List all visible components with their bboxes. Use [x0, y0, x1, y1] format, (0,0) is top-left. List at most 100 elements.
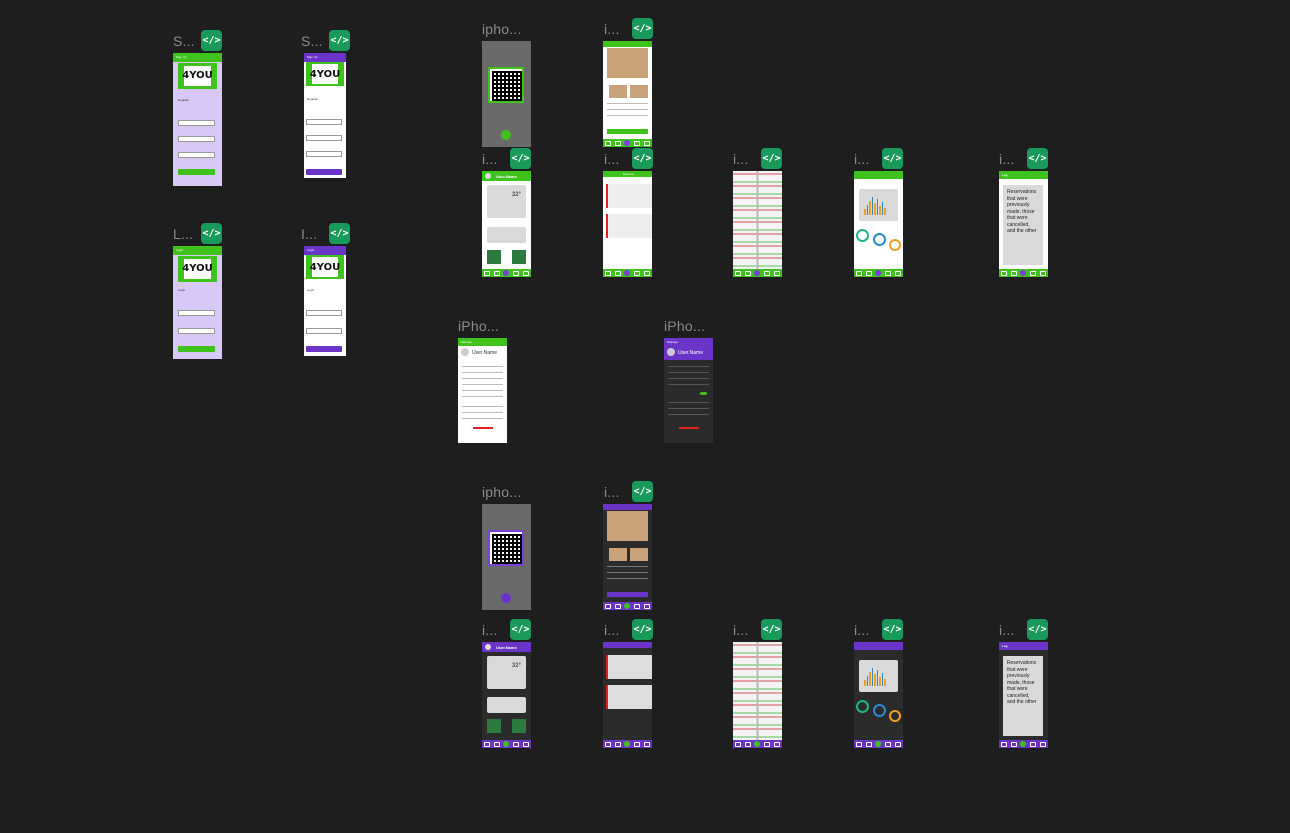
- code-icon[interactable]: </>: [201, 223, 222, 244]
- code-icon[interactable]: </>: [761, 619, 782, 640]
- top-bar: [854, 642, 903, 650]
- qr-shortcut[interactable]: [487, 719, 501, 733]
- code-icon[interactable]: </>: [510, 148, 531, 169]
- input-field[interactable]: [306, 151, 342, 157]
- reservation-card[interactable]: [606, 184, 652, 208]
- code-icon[interactable]: </>: [329, 223, 350, 244]
- avatar: [461, 348, 469, 356]
- logout-button[interactable]: [473, 427, 493, 429]
- setting-row[interactable]: [462, 366, 503, 367]
- setting-row[interactable]: [462, 418, 503, 419]
- input-field[interactable]: [178, 328, 215, 334]
- weather-card: 32°: [487, 656, 526, 689]
- reservation-card[interactable]: [606, 685, 652, 709]
- bar-chart: [864, 197, 886, 215]
- register-button[interactable]: [178, 169, 215, 175]
- setting-row[interactable]: [668, 414, 709, 415]
- setting-row[interactable]: [462, 406, 503, 407]
- setting-row[interactable]: [668, 378, 709, 379]
- register-button[interactable]: [306, 169, 342, 175]
- setting-row[interactable]: [462, 372, 503, 373]
- code-icon[interactable]: </>: [632, 148, 653, 169]
- screen-settings-green[interactable]: Settings User.Name: [458, 338, 507, 443]
- screen-signup-green[interactable]: Sign Up 4YOU Register: [173, 53, 222, 186]
- bottom-nav: [603, 269, 652, 277]
- reserve-button[interactable]: [607, 592, 648, 597]
- screen-qr-purple[interactable]: [482, 504, 531, 610]
- setting-row[interactable]: [668, 402, 709, 403]
- screen-detail-purple[interactable]: [603, 504, 652, 610]
- top-bar: Settings: [458, 338, 507, 346]
- login-button[interactable]: [178, 346, 215, 352]
- setting-row[interactable]: [668, 408, 709, 409]
- code-icon[interactable]: </>: [632, 18, 653, 39]
- screen-map-green[interactable]: [733, 171, 782, 277]
- text-line: [607, 115, 648, 116]
- setting-row[interactable]: [462, 396, 503, 397]
- bar-chart: [864, 668, 886, 686]
- camera-shortcut[interactable]: [512, 250, 526, 264]
- reservation-card[interactable]: [606, 214, 652, 238]
- setting-row[interactable]: [462, 378, 503, 379]
- input-field[interactable]: [306, 119, 342, 125]
- screen-settings-purple[interactable]: Settings User.Name: [664, 338, 713, 443]
- code-icon[interactable]: </>: [761, 148, 782, 169]
- bottom-nav: [854, 740, 903, 748]
- screen-reserve-purple[interactable]: [603, 642, 652, 748]
- code-icon[interactable]: </>: [632, 481, 653, 502]
- input-field[interactable]: [306, 328, 342, 334]
- setting-row[interactable]: [668, 372, 709, 373]
- code-icon[interactable]: </>: [882, 619, 903, 640]
- setting-row[interactable]: [462, 390, 503, 391]
- setting-row[interactable]: [462, 384, 503, 385]
- bottom-nav: [482, 740, 531, 748]
- screen-stats-green[interactable]: [854, 171, 903, 277]
- input-field[interactable]: [306, 135, 342, 141]
- setting-row[interactable]: [668, 384, 709, 385]
- code-icon[interactable]: </>: [632, 619, 653, 640]
- bottom-nav: [603, 139, 652, 147]
- code-icon[interactable]: </>: [882, 148, 903, 169]
- code-icon[interactable]: </>: [1027, 619, 1048, 640]
- input-field[interactable]: [306, 310, 342, 316]
- screen-login-green[interactable]: Login 4YOU Login: [173, 246, 222, 359]
- top-bar: Settings: [664, 338, 713, 346]
- screen-home-green[interactable]: User.Name 32°: [482, 171, 531, 277]
- camera-shortcut[interactable]: [512, 719, 526, 733]
- setting-row[interactable]: [668, 366, 709, 367]
- logout-button[interactable]: [679, 427, 699, 429]
- code-icon[interactable]: </>: [329, 30, 350, 51]
- screen-login-purple[interactable]: Login 4YOU Login: [304, 246, 346, 356]
- screen-log-purple[interactable]: Log Reservations that were previously ma…: [999, 642, 1048, 748]
- screen-home-purple[interactable]: User.Name 32°: [482, 642, 531, 748]
- frame-label-settings-green: iPho...: [458, 318, 500, 334]
- code-icon[interactable]: </>: [201, 30, 222, 51]
- screen-signup-purple[interactable]: Sign Up 4YOU Register: [304, 53, 346, 178]
- input-field[interactable]: [178, 120, 215, 126]
- input-field[interactable]: [178, 310, 215, 316]
- frame-label-detail-purple: i...: [604, 484, 620, 500]
- screen-qr-green[interactable]: [482, 41, 531, 147]
- setting-row[interactable]: [462, 412, 503, 413]
- scan-button[interactable]: [501, 593, 511, 603]
- scan-button[interactable]: [501, 130, 511, 140]
- screen-reserve-green[interactable]: Reserve: [603, 171, 652, 277]
- input-field[interactable]: [178, 136, 215, 142]
- code-icon[interactable]: </>: [1027, 148, 1048, 169]
- screen-detail-green[interactable]: [603, 41, 652, 147]
- code-icon[interactable]: </>: [510, 619, 531, 640]
- log-text: Reservations that were previously made, …: [1003, 656, 1043, 736]
- top-bar: [603, 504, 652, 510]
- screen-log-green[interactable]: Log Reservations that were previously ma…: [999, 171, 1048, 277]
- reserve-button[interactable]: [607, 129, 648, 134]
- toggle-switch[interactable]: [700, 392, 707, 395]
- top-bar: [854, 171, 903, 179]
- login-button[interactable]: [306, 346, 342, 352]
- screen-map-purple[interactable]: [733, 642, 782, 748]
- screen-stats-purple[interactable]: [854, 642, 903, 748]
- qr-shortcut[interactable]: [487, 250, 501, 264]
- input-field[interactable]: [178, 152, 215, 158]
- qr-frame: [488, 530, 524, 566]
- room-photo: [609, 85, 627, 98]
- reservation-card[interactable]: [606, 655, 652, 679]
